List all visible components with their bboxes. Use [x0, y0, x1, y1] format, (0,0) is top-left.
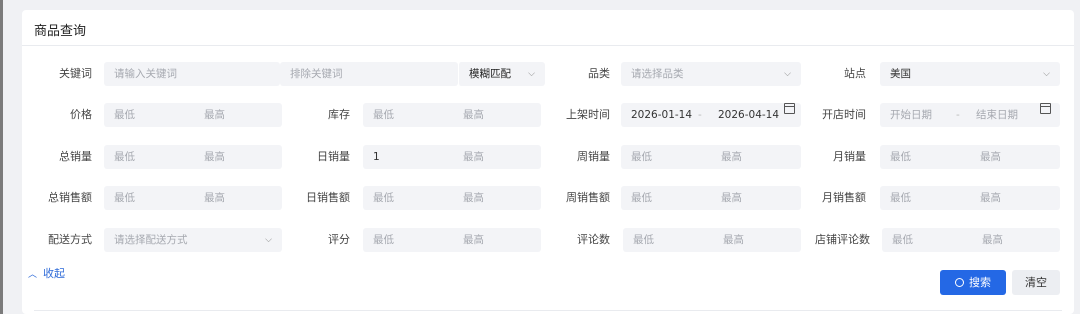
stock-range: 最低 最高 — [363, 103, 541, 127]
weekly-revenue-label: 周销售额 — [566, 191, 610, 204]
shop-reviews-min-input[interactable]: 最低 — [892, 228, 913, 252]
weekly-sales-max-input[interactable]: 最高 — [721, 145, 742, 169]
total-sales-label: 总销量 — [59, 150, 92, 163]
calendar-icon — [1040, 103, 1051, 114]
footer-divider — [34, 310, 1062, 311]
price-max-input[interactable]: 最高 — [204, 103, 225, 127]
match-mode-select[interactable]: 模糊匹配 ⌵ — [458, 62, 545, 86]
monthly-sales-max-input[interactable]: 最高 — [980, 145, 1001, 169]
total-revenue-min-input[interactable]: 最低 — [114, 186, 135, 210]
weekly-revenue-min-input[interactable]: 最低 — [631, 186, 652, 210]
weekly-sales-min-input[interactable]: 最低 — [631, 145, 652, 169]
total-revenue-range: 最低 最高 — [104, 186, 282, 210]
daily-revenue-max-input[interactable]: 最高 — [463, 186, 484, 210]
listing-time-label: 上架时间 — [566, 108, 610, 121]
weekly-revenue-max-input[interactable]: 最高 — [721, 186, 742, 210]
open-time-range[interactable]: 开始日期 - 结束日期 — [880, 103, 1060, 127]
total-sales-max-input[interactable]: 最高 — [204, 145, 225, 169]
daily-sales-range: 1 最高 — [363, 145, 541, 169]
weekly-sales-label: 周销量 — [577, 150, 610, 163]
window-edge — [0, 0, 3, 314]
daily-revenue-min-input[interactable]: 最低 — [373, 186, 394, 210]
monthly-sales-range: 最低 最高 — [880, 145, 1060, 169]
chevron-down-icon: ⌵ — [528, 69, 535, 79]
search-icon — [955, 278, 964, 287]
shipping-label: 配送方式 — [48, 233, 92, 246]
monthly-revenue-label: 月销售额 — [822, 191, 866, 204]
monthly-revenue-min-input[interactable]: 最低 — [890, 186, 911, 210]
keyword-label: 关键词 — [59, 67, 92, 80]
daily-sales-max-input[interactable]: 最高 — [463, 145, 484, 169]
stock-min-input[interactable]: 最低 — [373, 103, 394, 127]
price-min-input[interactable]: 最低 — [114, 103, 135, 127]
rating-min-input[interactable]: 最低 — [373, 228, 394, 252]
search-button[interactable]: 搜索 — [940, 270, 1006, 295]
keyword-input[interactable]: 请输入关键词 — [104, 62, 280, 86]
rating-max-input[interactable]: 最高 — [463, 228, 484, 252]
reviews-label: 评论数 — [577, 233, 610, 246]
site-select[interactable]: 美国 ⌵ — [880, 62, 1060, 86]
stock-max-input[interactable]: 最高 — [463, 103, 484, 127]
daily-revenue-range: 最低 最高 — [363, 186, 541, 210]
collapse-toggle[interactable]: ︿ 收起 — [28, 265, 65, 281]
reviews-min-input[interactable]: 最低 — [633, 228, 654, 252]
total-revenue-max-input[interactable]: 最高 — [204, 186, 225, 210]
reviews-max-input[interactable]: 最高 — [723, 228, 744, 252]
weekly-revenue-range: 最低 最高 — [621, 186, 801, 210]
stock-label: 库存 — [328, 108, 350, 121]
panel-title: 商品查询 — [34, 24, 87, 39]
total-sales-range: 最低 最高 — [104, 145, 282, 169]
chevron-down-icon: ⌵ — [265, 235, 272, 245]
daily-revenue-label: 日销售额 — [306, 191, 350, 204]
chevron-up-icon: ︿ — [28, 270, 38, 280]
total-sales-min-input[interactable]: 最低 — [114, 145, 135, 169]
open-time-label: 开店时间 — [822, 108, 866, 121]
total-revenue-label: 总销售额 — [48, 191, 92, 204]
daily-sales-label: 日销量 — [317, 150, 350, 163]
reviews-range: 最低 最高 — [623, 228, 801, 252]
chevron-down-icon: ⌵ — [1043, 69, 1050, 79]
calendar-icon — [784, 103, 795, 114]
monthly-revenue-max-input[interactable]: 最高 — [980, 186, 1001, 210]
header-divider — [22, 45, 1074, 46]
price-label: 价格 — [70, 108, 92, 121]
rating-range: 最低 最高 — [363, 228, 541, 252]
daily-sales-min-input[interactable]: 1 — [373, 145, 380, 169]
listing-time-range[interactable]: 2026-01-14 - 2026-04-14 — [621, 103, 801, 127]
category-label: 品类 — [588, 67, 610, 80]
weekly-sales-range: 最低 最高 — [621, 145, 801, 169]
monthly-sales-label: 月销量 — [833, 150, 866, 163]
exclude-keyword-input[interactable]: 排除关键词 — [280, 62, 458, 86]
clear-button[interactable]: 清空 — [1012, 270, 1060, 295]
price-range: 最低 最高 — [104, 103, 282, 127]
category-select[interactable]: 请选择品类 ⌵ — [621, 62, 801, 86]
site-label: 站点 — [844, 67, 866, 80]
shipping-select[interactable]: 请选择配送方式 ⌵ — [104, 228, 282, 252]
shop-reviews-max-input[interactable]: 最高 — [982, 228, 1003, 252]
chevron-down-icon: ⌵ — [784, 69, 791, 79]
shop-reviews-range: 最低 最高 — [882, 228, 1060, 252]
monthly-revenue-range: 最低 最高 — [880, 186, 1060, 210]
rating-label: 评分 — [328, 233, 350, 246]
shop-reviews-label: 店铺评论数 — [815, 233, 870, 246]
monthly-sales-min-input[interactable]: 最低 — [890, 145, 911, 169]
